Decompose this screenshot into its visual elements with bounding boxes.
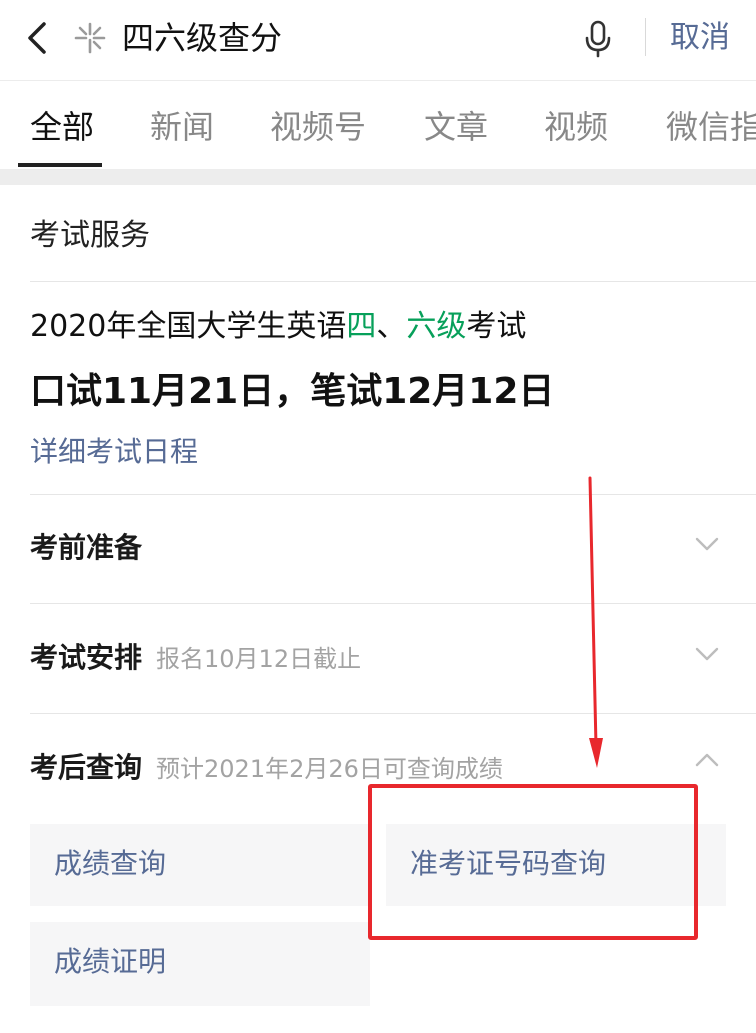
exam-dates: 口试11月21日，笔试12月12日	[30, 371, 555, 412]
row-title: 考试安排	[30, 641, 143, 674]
cell-label: 准考证号码查询	[410, 847, 607, 880]
microphone-icon[interactable]	[582, 16, 614, 60]
score-certificate-button[interactable]: 成绩证明	[30, 922, 370, 1006]
divider	[30, 281, 756, 282]
chevron-up-icon[interactable]	[694, 752, 720, 768]
row-subtitle: 预计2021年2月26日可查询成绩	[156, 755, 503, 783]
tab-videos[interactable]: 视频	[544, 105, 608, 149]
headline-highlight-4: 四	[346, 309, 377, 344]
row-subtitle: 报名10月12日截止	[156, 645, 362, 673]
headline-prefix: 2020年全国大学生英语	[30, 309, 347, 344]
row-post-exam[interactable]: 考后查询 预计2021年2月26日可查询成绩	[30, 748, 503, 789]
search-input[interactable]: 四六级查分	[122, 16, 282, 60]
annotation-arrow-icon	[588, 476, 603, 768]
tab-bar: 全部 新闻 视频号 文章 视频 微信指	[0, 81, 756, 169]
row-exam-schedule[interactable]: 考试安排 报名10月12日截止	[30, 638, 361, 679]
tab-articles[interactable]: 文章	[424, 105, 488, 149]
search-bar: 四六级查分 取消	[0, 0, 756, 80]
cell-label: 成绩证明	[54, 945, 167, 978]
headline-suffix: 考试	[466, 309, 527, 344]
ticket-number-query-button[interactable]: 准考证号码查询	[386, 824, 726, 906]
section-title: 考试服务	[30, 218, 150, 253]
headline-highlight-6: 六级	[406, 309, 467, 344]
back-arrow-icon[interactable]	[22, 18, 58, 58]
tab-news[interactable]: 新闻	[150, 105, 214, 149]
chevron-down-icon[interactable]	[694, 646, 720, 662]
score-query-button[interactable]: 成绩查询	[30, 824, 370, 906]
row-title: 考后查询	[30, 751, 143, 784]
headline-separator: 、	[376, 309, 407, 344]
schedule-link[interactable]: 详细考试日程	[30, 432, 198, 472]
tab-channels[interactable]: 视频号	[270, 105, 366, 149]
row-title: 考前准备	[30, 531, 143, 564]
divider	[30, 713, 756, 714]
active-tab-indicator	[18, 163, 102, 167]
section-gap	[0, 169, 756, 185]
divider	[645, 18, 646, 56]
cancel-button[interactable]: 取消	[670, 16, 730, 60]
sparkle-icon	[74, 22, 106, 54]
divider	[30, 603, 756, 604]
tab-all[interactable]: 全部	[30, 105, 94, 149]
chevron-down-icon[interactable]	[694, 536, 720, 552]
exam-headline[interactable]: 2020年全国大学生英语四、六级考试	[30, 305, 526, 349]
cell-label: 成绩查询	[54, 847, 167, 880]
row-pre-exam[interactable]: 考前准备	[30, 528, 142, 568]
tab-wechat-index[interactable]: 微信指	[666, 105, 756, 149]
divider	[30, 494, 756, 495]
